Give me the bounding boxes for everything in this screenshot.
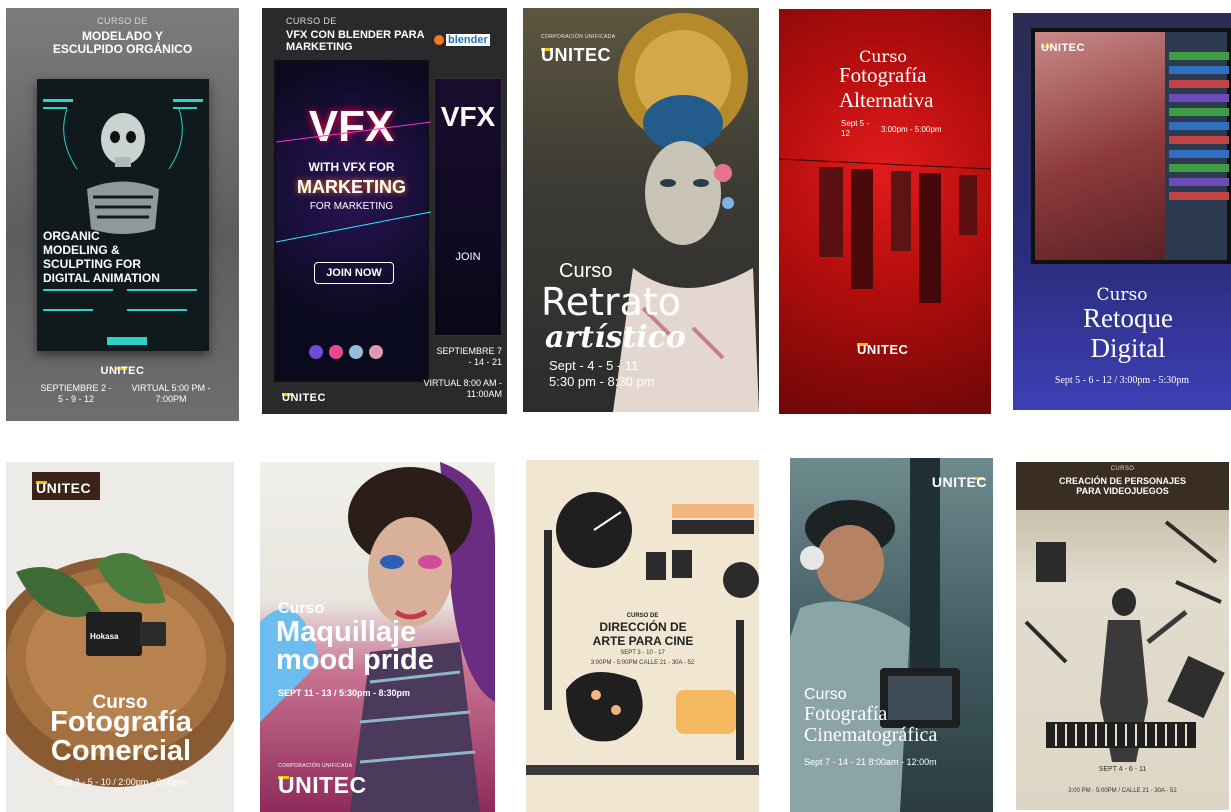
vfx-main-poster: VFX WITH VFX FOR MARKETING FOR MARKETING…	[274, 60, 431, 382]
poster-schedule: 5:30 pm - 8:30 pm	[549, 374, 655, 389]
poster-dates: Sept 7 - 14 - 21 8:00am - 12:00m	[804, 757, 937, 767]
poster-dates: SEPT 4 - 6 - 11	[1098, 766, 1147, 773]
unitec-logo: UNITEC	[100, 365, 145, 377]
unitec-logo: UNITEC	[541, 45, 611, 65]
inner-poster: ORGANIC MODELING & SCULPTING FOR DIGITAL…	[37, 79, 209, 351]
poster-dates: SEPT 11 - 13 / 5:30pm - 8:30pm	[278, 688, 411, 698]
poster-title: MODELADO Y ESCULPIDO ORGÁNICO	[52, 29, 193, 56]
poster-dates: Sept 3 - 5 - 10 / 2:00pm - 6:00pm	[53, 777, 187, 787]
poster-kicker: Curso	[804, 686, 847, 703]
poster-schedule: 3:00 PM - 5:00PM / CALLE 21 - 30A - 52	[1068, 788, 1177, 794]
poster-title: Maquillaje mood pride	[276, 616, 434, 676]
poster-vfx-blender[interactable]: CURSO DE VFX CON BLENDER PARA MARKETING …	[262, 8, 507, 414]
vfx-side-poster: VFX JOIN	[434, 78, 502, 336]
corp-label: CORPORACIÓN UNIFICADA	[541, 34, 616, 40]
laptop-screen: UNITEC	[1031, 28, 1231, 264]
inner-poster-title: ORGANIC MODELING & SCULPTING FOR DIGITAL…	[43, 229, 160, 285]
poster-direccion-de-arte[interactable]: CURSO DE DIRECCIÓN DE ARTE PARA CINE SEP…	[526, 460, 759, 812]
poster-fotografia-comercial[interactable]: Hokasa UNITEC Curso Fotografía Comercial…	[6, 462, 234, 812]
poster-dates: SEPTIEMBRE 2 - 5 - 9 - 12	[40, 383, 112, 404]
poster-title: Fotografía Comercial	[50, 706, 192, 767]
unitec-logo: UNITEC	[857, 342, 909, 357]
poster-schedule: 3:00pm - 5:00pm	[881, 125, 942, 134]
poster-dates: Sept 5 - 6 - 12 / 3:00pm - 5:30pm	[1054, 375, 1190, 386]
poster-retoque-digital[interactable]: UNITEC Curso Retoque Digital Sept 5 - 6 …	[1013, 13, 1231, 410]
product-label: Hokasa	[90, 632, 119, 641]
unitec-logo: UNITEC	[282, 392, 326, 404]
poster-dates: SEPT 3 - 10 - 17	[620, 650, 665, 656]
side-big-title: VFX	[440, 101, 496, 132]
poster-kicker: CURSO DE	[626, 613, 659, 619]
poster-dates: Sept - 4 - 5 - 11	[549, 358, 639, 373]
unitec-logo: UNITEC	[36, 480, 92, 496]
blender-logo: blender	[434, 34, 490, 46]
poster-organic-modeling[interactable]: CURSO DE MODELADO Y ESCULPIDO ORGÁNICO O…	[6, 8, 239, 421]
unitec-logo: UNITEC	[1041, 42, 1085, 54]
poster-title: DIRECCIÓN DE ARTE PARA CINE	[592, 620, 694, 648]
poster-maquillaje-mood-pride[interactable]: Curso Maquillaje mood pride SEPT 11 - 13…	[260, 462, 495, 812]
character-illustration	[1024, 520, 1225, 762]
unitec-logo: UNITEC	[278, 772, 367, 798]
poster-kicker: CURSO DE	[97, 16, 148, 26]
poster-title: Fotografía Alternativa	[839, 63, 934, 112]
unitec-logo: UNITEC	[931, 474, 987, 490]
poster-title: Retoque Digital	[1083, 303, 1173, 363]
poster-dates: Sept 5 - 12	[841, 119, 870, 138]
poster-schedule: VIRTUAL 8:00 AM - 11:00AM	[423, 378, 502, 399]
side-join: JOIN	[455, 251, 481, 263]
poster-title: VFX CON BLENDER PARA MARKETING	[286, 29, 425, 53]
poster-schedule: VIRTUAL 5:00 PM - 7:00PM	[131, 383, 211, 404]
poster-subtitle: artístico	[545, 320, 686, 355]
poster-title: Fotografía Cinematográfica	[804, 703, 938, 746]
poster-kicker: Curso	[1096, 285, 1148, 305]
poster-title: Retrato	[541, 280, 682, 324]
poster-fotografia-alternativa[interactable]: Curso Fotografía Alternativa Sept 5 - 12…	[779, 9, 991, 414]
glow-orbs	[276, 121, 431, 359]
poster-schedule: 3:00PM - 5:00PM CALLE 21 - 30A - 52	[590, 660, 695, 666]
poster-creacion-de-personajes[interactable]: CURSO CREACIÓN DE PERSONAJES PARA VIDEOJ…	[1016, 462, 1229, 810]
editor-panels	[1169, 52, 1229, 200]
poster-dates: SEPTIEMBRE 7 - 14 - 21	[436, 346, 502, 367]
poster-fotografia-cinematografica[interactable]: UNITEC Curso Fotografía Cinematográfica …	[790, 458, 993, 812]
poster-retrato-artistico[interactable]: CORPORACIÓN UNIFICADA UNITEC Curso Retra…	[523, 8, 759, 412]
blender-icon	[434, 35, 444, 46]
poster-kicker: CURSO DE	[286, 16, 337, 26]
skeleton-illustration	[43, 99, 203, 345]
